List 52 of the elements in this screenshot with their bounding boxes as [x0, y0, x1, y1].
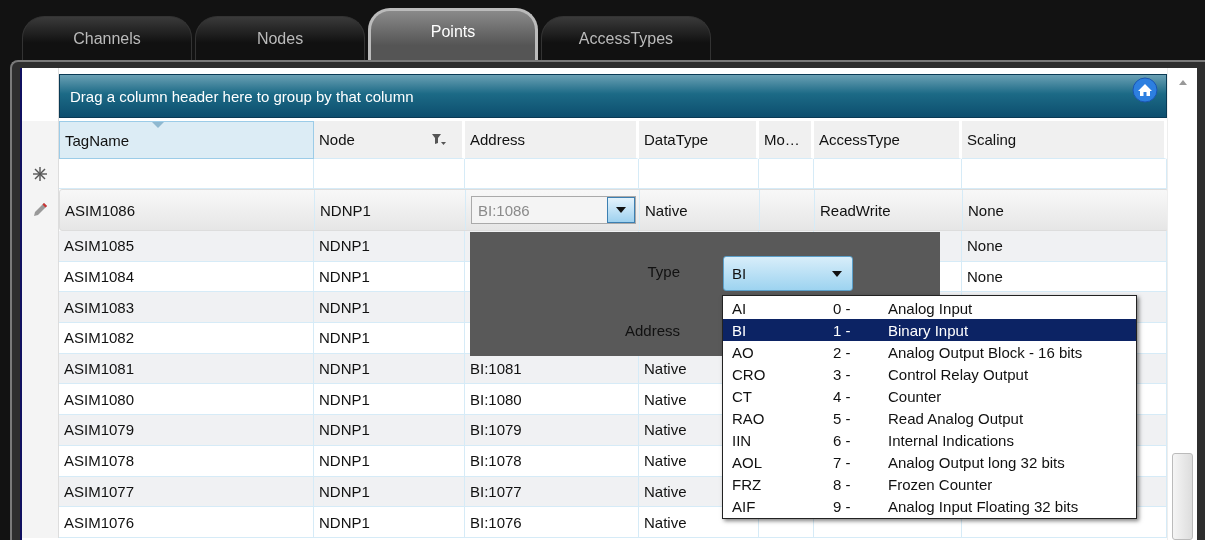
table-cell[interactable]: NDNP1: [314, 323, 465, 354]
home-icon[interactable]: [1132, 77, 1158, 103]
table-cell[interactable]: NDNP1: [314, 231, 465, 262]
table-cell[interactable]: BI:1078: [465, 445, 639, 477]
type-label: Type: [647, 263, 680, 280]
table-cell[interactable]: ASIM1085: [59, 231, 314, 262]
table-cell[interactable]: NDNP1: [314, 292, 465, 324]
table-cell[interactable]: NDNP1: [314, 415, 465, 446]
table-cell[interactable]: BI:1077: [465, 476, 639, 508]
type-dropdown[interactable]: BI: [723, 256, 853, 291]
table-cell[interactable]: ReadWrite: [815, 190, 963, 230]
table-cell[interactable]: ASIM1081: [59, 353, 314, 385]
table-cell[interactable]: ASIM1079: [59, 415, 314, 446]
dropdown-option[interactable]: BI 1 - Binary Input: [723, 319, 1136, 341]
sort-icon: [152, 122, 164, 128]
column-header[interactable]: Node: [314, 121, 465, 159]
filter-icon[interactable]: [432, 134, 446, 146]
table-cell[interactable]: NDNP1: [314, 353, 465, 385]
dropdown-option[interactable]: AI 0 - Analog Input: [723, 297, 1136, 319]
caret-icon: [832, 270, 842, 277]
table-cell[interactable]: ASIM1086: [60, 190, 315, 230]
table-cell[interactable]: NDNP1: [315, 190, 466, 230]
group-panel-hint: Drag a column header here to group by that column: [70, 87, 414, 105]
table-cell[interactable]: NDNP1: [314, 507, 465, 538]
column-header[interactable]: Scaling: [962, 121, 1167, 159]
table-cell[interactable]: ASIM1082: [59, 323, 314, 354]
tab[interactable]: Points: [368, 8, 538, 60]
column-header[interactable]: TagName: [59, 121, 314, 159]
table-cell[interactable]: None: [962, 231, 1167, 262]
group-panel[interactable]: Drag a column header here to group by that column: [59, 74, 1167, 118]
column-header[interactable]: DataType: [639, 121, 759, 159]
table-cell[interactable]: BI:1079: [465, 415, 639, 446]
table-cell[interactable]: NDNP1: [314, 445, 465, 477]
table-cell[interactable]: BI:1076: [465, 507, 639, 538]
table-cell[interactable]: ASIM1083: [59, 292, 314, 324]
table-cell[interactable]: ASIM1078: [59, 445, 314, 477]
pencil-icon: [32, 202, 48, 218]
table-cell[interactable]: ASIM1077: [59, 476, 314, 508]
table-cell[interactable]: NDNP1: [314, 476, 465, 508]
column-header[interactable]: Mo…: [759, 121, 814, 159]
tab[interactable]: Channels: [22, 16, 192, 60]
tab[interactable]: AccessTypes: [541, 16, 711, 60]
column-header[interactable]: AccessType: [814, 121, 962, 159]
asterisk-icon: [33, 167, 47, 181]
scrollbar-thumb[interactable]: [1172, 453, 1193, 540]
address-label: Address: [624, 322, 680, 339]
column-header[interactable]: Address: [465, 121, 639, 159]
scroll-up-icon[interactable]: [1179, 80, 1187, 85]
table-cell[interactable]: ASIM1076: [59, 507, 314, 538]
tab[interactable]: Nodes: [195, 16, 365, 60]
table-cell[interactable]: Native: [640, 190, 760, 230]
caret-icon: [616, 207, 626, 213]
